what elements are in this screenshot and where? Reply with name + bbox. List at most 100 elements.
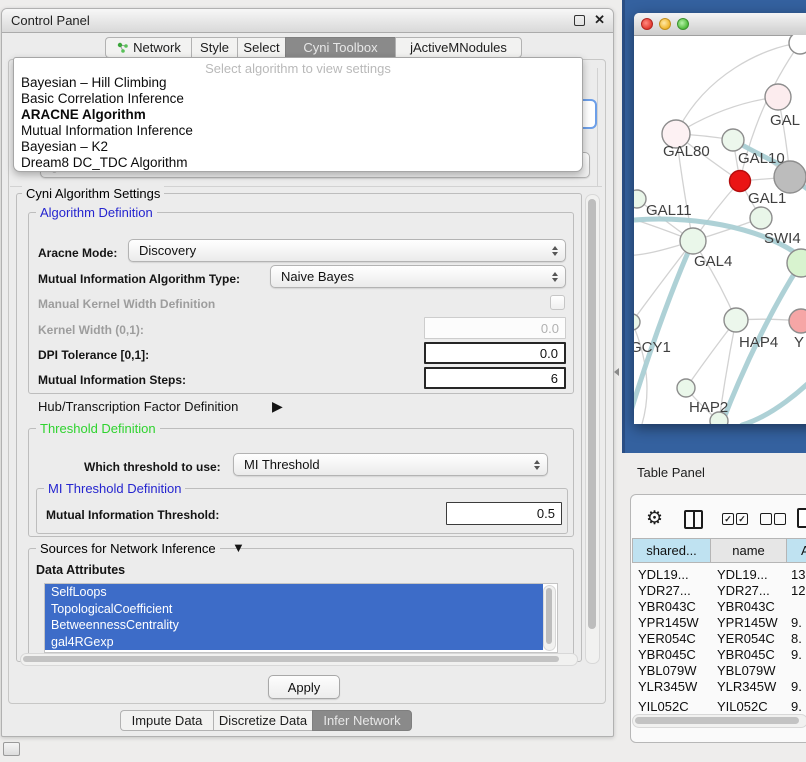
network-node[interactable] (789, 309, 806, 333)
expand-right-icon[interactable]: ▶ (272, 398, 283, 415)
apply-button-label: Apply (288, 680, 321, 695)
table-row[interactable]: YBL079W YBL079W (632, 662, 806, 678)
apply-button[interactable]: Apply (268, 675, 340, 699)
tab-cyni-toolbox[interactable]: Cyni Toolbox (285, 37, 395, 58)
stepper-arrows-icon (552, 272, 558, 282)
mi-threshold-field[interactable] (446, 502, 562, 525)
column-view-icon[interactable] (684, 510, 703, 529)
attribute-item-selected[interactable]: gal4RGexp (45, 634, 543, 651)
aracne-mode-value: Discovery (139, 243, 196, 258)
settings-hscrollbar[interactable] (20, 653, 578, 666)
attribute-item-selected[interactable]: BetweennessCentrality (45, 617, 543, 634)
cell-name: YPR145W (711, 615, 787, 630)
table-row[interactable]: YER054C YER054C 8. (632, 630, 806, 646)
table-row[interactable]: YDR27... YDR27... 12 (632, 582, 806, 598)
attribute-item-selected[interactable]: TopologicalCoefficient (45, 601, 543, 618)
algorithm-option[interactable]: Basic Correlation Inference (21, 91, 184, 106)
network-node[interactable] (787, 249, 806, 277)
cell-name: YBR043C (711, 599, 787, 614)
table-row[interactable]: YDL19... YDL19... 13 (632, 566, 806, 582)
network-window-titlebar[interactable] (634, 13, 806, 36)
splitter-collapse-icon[interactable] (614, 368, 619, 376)
network-node[interactable] (750, 207, 772, 229)
checkbox-checked-icon[interactable]: ✓ (736, 513, 748, 525)
data-attributes-label: Data Attributes (36, 563, 125, 577)
network-node-selected[interactable] (730, 171, 751, 192)
checkbox-checked-icon[interactable]: ✓ (722, 513, 734, 525)
gear-icon[interactable]: ⚙ (646, 509, 663, 528)
column-header-third[interactable]: A (786, 538, 806, 563)
hub-definition-label[interactable]: Hub/Transcription Factor Definition (38, 399, 238, 414)
tab-jactivemnodules[interactable]: jActiveMNodules (395, 37, 522, 58)
kernel-width-field[interactable] (424, 317, 566, 339)
tab-impute-data[interactable]: Impute Data (120, 710, 213, 731)
close-icon[interactable]: ✕ (594, 12, 605, 28)
network-node[interactable] (765, 84, 791, 110)
checkbox-unchecked-icon[interactable] (760, 513, 772, 525)
column-header-shared[interactable]: shared... (632, 538, 711, 563)
tab-style[interactable]: Style (191, 37, 237, 58)
node-label: GAL10 (738, 150, 785, 167)
mi-threshold-group-title: MI Threshold Definition (44, 481, 185, 496)
node-label: GAL11 (646, 202, 692, 219)
network-node[interactable] (724, 308, 748, 332)
dock-panel-icon[interactable] (3, 742, 20, 756)
network-node[interactable] (634, 314, 640, 330)
table-hscrollbar-thumb[interactable] (635, 717, 799, 724)
node-label: GAL (770, 112, 800, 129)
mi-algorithm-type-combo[interactable]: Naive Bayes (270, 265, 566, 288)
network-node[interactable] (722, 129, 744, 151)
tab-infer-network[interactable]: Infer Network (312, 710, 412, 731)
table-hscrollbar[interactable] (632, 714, 806, 728)
tab-network[interactable]: Network (105, 37, 191, 58)
attribute-item-selected[interactable]: SelfLoops (45, 584, 543, 601)
expand-down-icon[interactable]: ▼ (232, 540, 245, 555)
mi-steps-field[interactable] (424, 367, 566, 389)
close-traffic-icon[interactable] (641, 18, 653, 30)
table-row[interactable]: YBR043C YBR043C (632, 598, 806, 614)
zoom-traffic-icon[interactable] (677, 18, 689, 30)
tab-label: Select (243, 40, 279, 55)
algorithm-option[interactable]: Dream8 DC_TDC Algorithm (21, 155, 188, 170)
attributes-scrollbar[interactable] (543, 585, 556, 651)
network-graph[interactable]: GAL GAL80 GAL10 GAL1 GAL11 SWI4 GAL4 GCY… (634, 35, 806, 424)
algorithm-option-selected[interactable]: ARACNE Algorithm (21, 107, 146, 122)
algorithm-option[interactable]: Mutual Information Inference (21, 123, 193, 138)
node-label: GAL80 (663, 143, 710, 160)
network-node[interactable] (634, 190, 646, 208)
algorithm-option[interactable]: Bayesian – K2 (21, 139, 108, 154)
manual-kernel-width-checkbox[interactable] (550, 295, 565, 310)
settings-scrollbar[interactable] (585, 194, 600, 664)
float-window-icon[interactable] (574, 15, 585, 26)
new-table-icon[interactable] (797, 508, 806, 528)
settings-hscrollbar-thumb[interactable] (23, 656, 559, 662)
table-row[interactable]: YPR145W YPR145W 9. (632, 614, 806, 630)
cell-shared: YER054C (632, 631, 711, 646)
tab-discretize-data[interactable]: Discretize Data (213, 710, 312, 731)
algorithm-option[interactable]: Bayesian – Hill Climbing (21, 75, 167, 90)
minimize-traffic-icon[interactable] (659, 18, 671, 30)
settings-scrollbar-thumb[interactable] (588, 199, 596, 629)
node-label: GAL4 (694, 253, 732, 270)
table-row[interactable]: YIL052C YIL052C 9. (632, 698, 806, 711)
tab-label: Cyni Toolbox (303, 40, 377, 55)
network-node[interactable] (677, 379, 695, 397)
screen: Control Panel ✕ Network Style Select Cyn… (0, 0, 806, 762)
dpi-tolerance-field[interactable] (424, 342, 566, 364)
table-panel-title: Table Panel (637, 465, 705, 480)
checkbox-unchecked-icon[interactable] (774, 513, 786, 525)
attributes-scrollbar-thumb[interactable] (546, 588, 552, 644)
control-panel-titlebar[interactable]: Control Panel ✕ (2, 9, 613, 33)
network-view-window[interactable]: GAL GAL80 GAL10 GAL1 GAL11 SWI4 GAL4 GCY… (634, 13, 806, 424)
network-node[interactable] (680, 228, 706, 254)
column-header-name[interactable]: name (710, 538, 787, 563)
network-node[interactable] (789, 35, 806, 54)
mi-algorithm-type-label: Mutual Information Algorithm Type: (38, 272, 240, 286)
aracne-mode-combo[interactable]: Discovery (128, 239, 566, 262)
which-threshold-combo[interactable]: MI Threshold (233, 453, 548, 476)
cell-name: YER054C (711, 631, 787, 646)
tab-select[interactable]: Select (237, 37, 285, 58)
table-row[interactable]: YLR345W YLR345W 9. (632, 678, 806, 694)
stepper-arrows-icon (552, 246, 558, 256)
table-row[interactable]: YBR045C YBR045C 9. (632, 646, 806, 662)
